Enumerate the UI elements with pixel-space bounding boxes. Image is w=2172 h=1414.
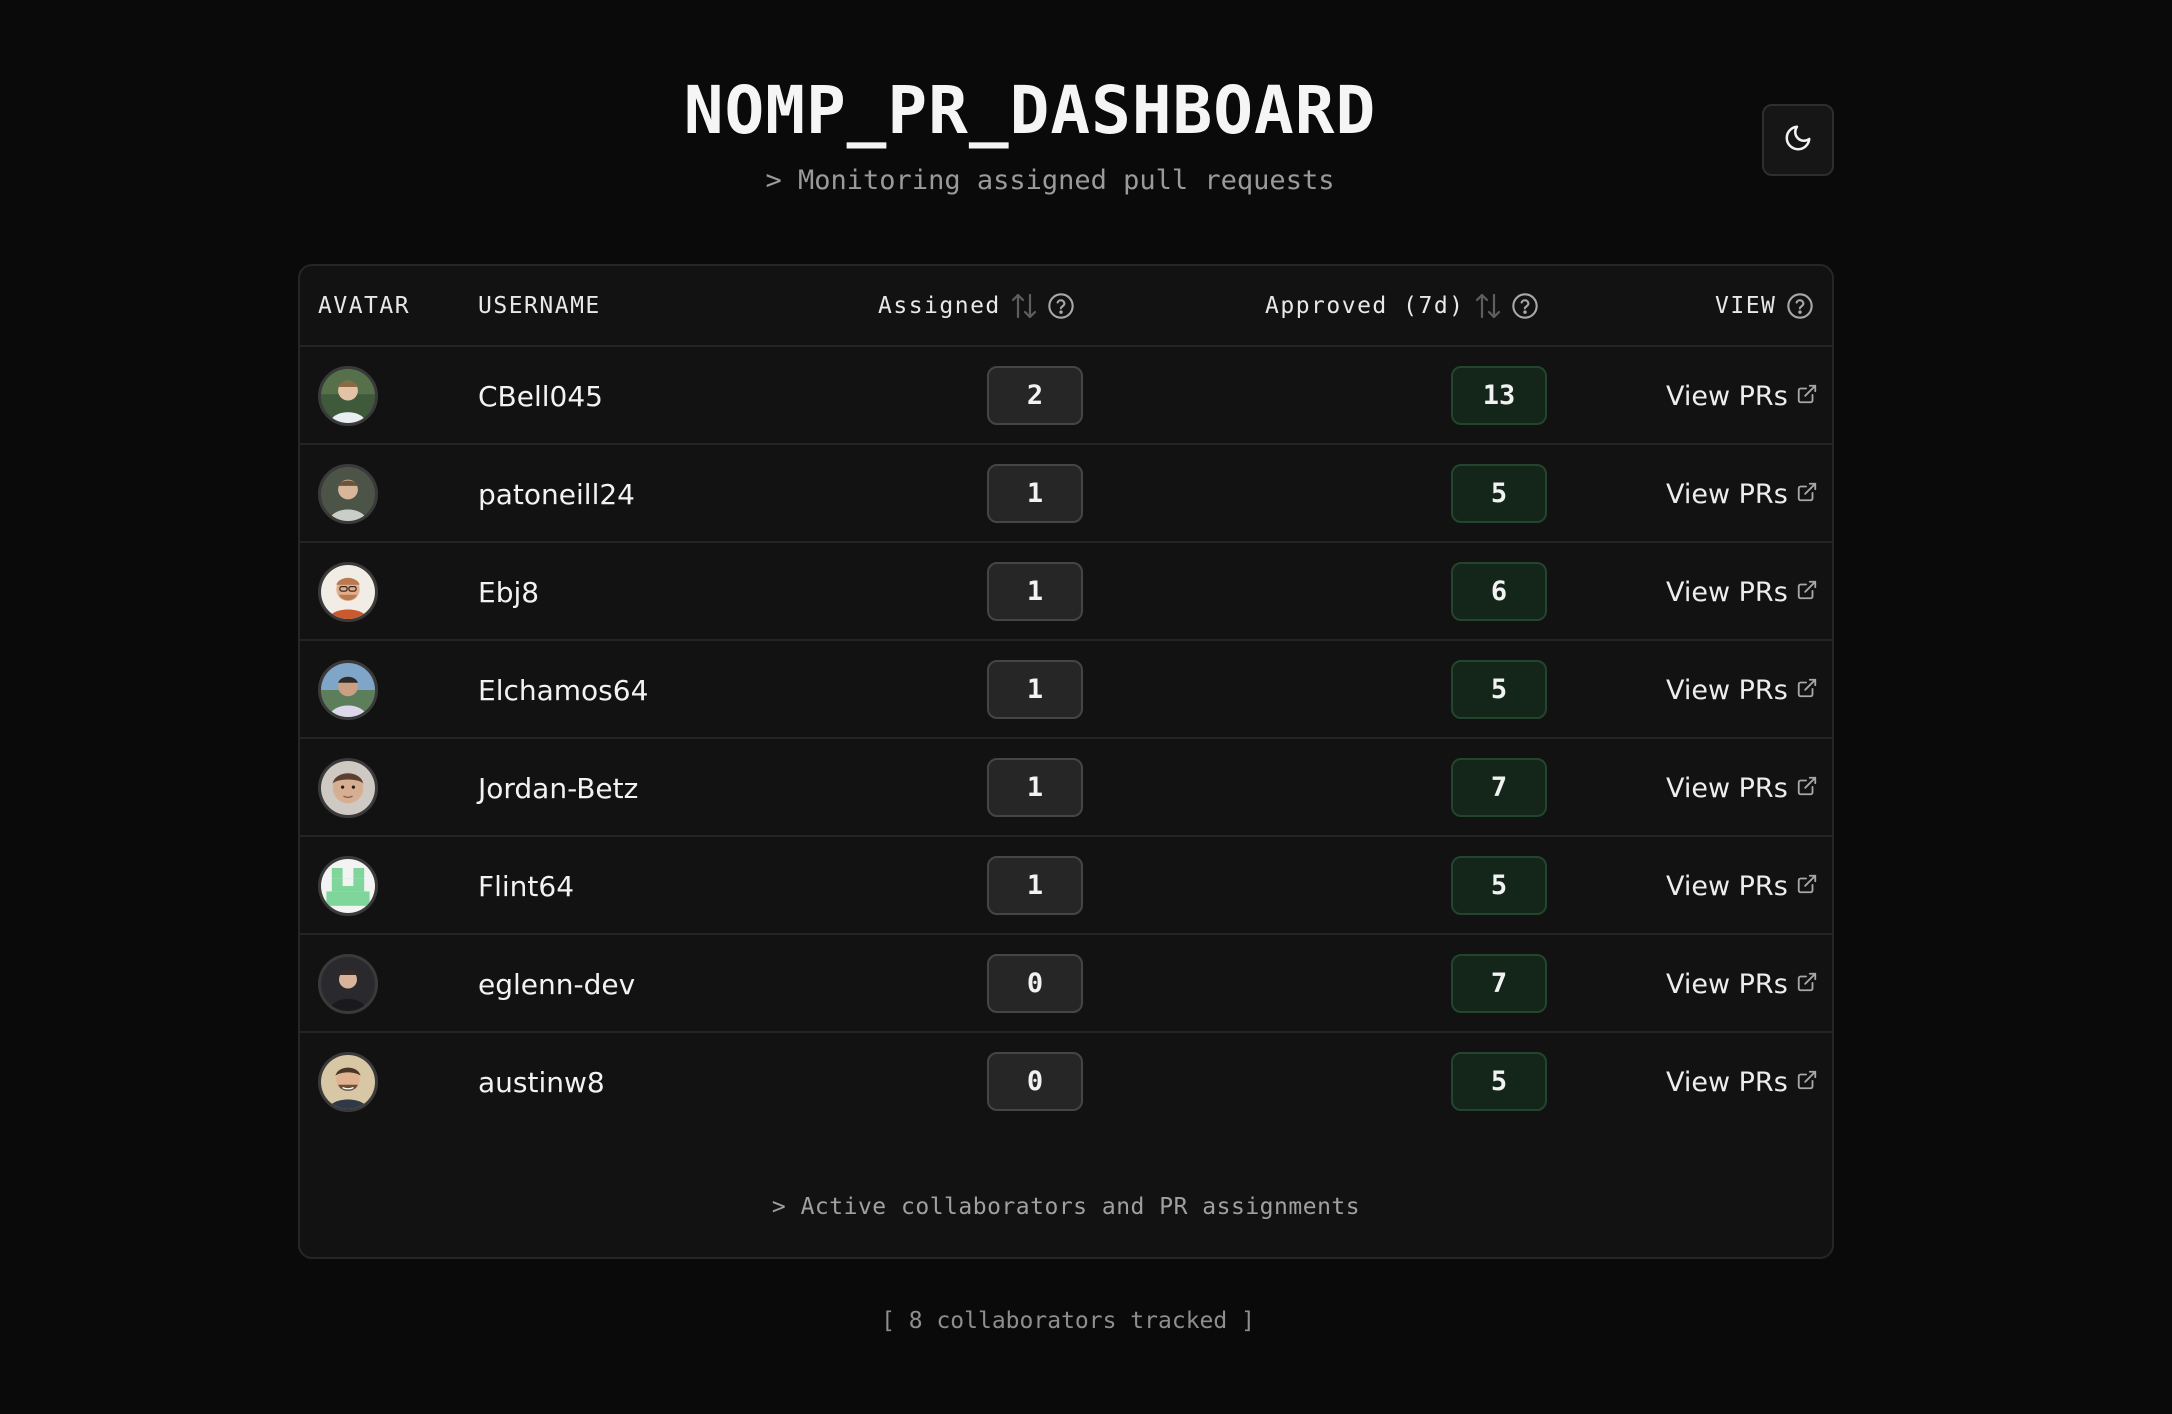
username: Flint64 [478, 869, 575, 903]
username: patoneill24 [478, 477, 635, 511]
table-header: AVATAR USERNAME Assigned Approved (7d) V… [300, 266, 1832, 347]
external-link-icon [1796, 577, 1818, 608]
username: Elchamos64 [478, 673, 649, 707]
view-prs-label[interactable]: View PRs [1666, 675, 1788, 706]
view-prs-label[interactable]: View PRs [1666, 479, 1788, 510]
approved-count-badge: 6 [1451, 562, 1547, 621]
username: CBell045 [478, 379, 603, 413]
column-header-assigned[interactable]: Assigned [878, 266, 1075, 345]
sort-icon[interactable] [1011, 292, 1037, 320]
sort-icon[interactable] [1475, 292, 1501, 320]
view-prs-label[interactable]: View PRs [1666, 1067, 1788, 1098]
theme-toggle-button[interactable] [1762, 104, 1834, 176]
table-row: Jordan-Betz 1 7 View PRs [300, 739, 1832, 837]
assigned-count-badge: 0 [987, 954, 1083, 1013]
view-prs-label[interactable]: View PRs [1666, 577, 1788, 608]
column-header-approved-label[interactable]: Approved (7d) [1265, 293, 1465, 319]
approved-count-badge: 5 [1451, 660, 1547, 719]
approved-count-badge: 13 [1451, 366, 1547, 425]
table-row: CBell045 2 13 View PRs [300, 347, 1832, 445]
assigned-count-badge: 1 [987, 856, 1083, 915]
view-prs-link[interactable]: View PRs [1666, 1033, 1818, 1131]
table-row: Ebj8 1 6 View PRs [300, 543, 1832, 641]
page-title: NOMP_PR_DASHBOARD [683, 72, 1377, 149]
avatar [318, 954, 378, 1014]
assigned-count-badge: 2 [987, 366, 1083, 425]
table-row: eglenn-dev 0 7 View PRs [300, 935, 1832, 1033]
external-link-icon [1796, 479, 1818, 510]
view-prs-link[interactable]: View PRs [1666, 347, 1818, 445]
view-prs-label[interactable]: View PRs [1666, 871, 1788, 902]
collaborator-count: [ 8 collaborators tracked ] [881, 1308, 1255, 1334]
column-header-assigned-label[interactable]: Assigned [878, 293, 1001, 319]
column-header-approved[interactable]: Approved (7d) [1265, 266, 1539, 345]
help-icon[interactable] [1047, 292, 1075, 320]
dashboard-page: NOMP_PR_DASHBOARD > Monitoring assigned … [0, 0, 2172, 1414]
moon-icon [1783, 123, 1813, 158]
column-header-avatar-label: AVATAR [318, 292, 411, 319]
view-prs-label[interactable]: View PRs [1666, 381, 1788, 412]
column-header-username-label: USERNAME [478, 292, 601, 319]
table-caption: > Active collaborators and PR assignment… [771, 1194, 1361, 1220]
approved-count-badge: 7 [1451, 758, 1547, 817]
table-row: patoneill24 1 5 View PRs [300, 445, 1832, 543]
view-prs-link[interactable]: View PRs [1666, 935, 1818, 1033]
column-header-username: USERNAME [478, 266, 601, 345]
external-link-icon [1796, 381, 1818, 412]
view-prs-label[interactable]: View PRs [1666, 969, 1788, 1000]
username: austinw8 [478, 1065, 605, 1099]
view-prs-link[interactable]: View PRs [1666, 543, 1818, 641]
view-prs-label[interactable]: View PRs [1666, 773, 1788, 804]
approved-count-badge: 7 [1451, 954, 1547, 1013]
assigned-count-badge: 1 [987, 660, 1083, 719]
avatar [318, 464, 378, 524]
approved-count-badge: 5 [1451, 464, 1547, 523]
assigned-count-badge: 1 [987, 562, 1083, 621]
help-icon[interactable] [1511, 292, 1539, 320]
external-link-icon [1796, 675, 1818, 706]
approved-count-badge: 5 [1451, 856, 1547, 915]
assigned-count-badge: 0 [987, 1052, 1083, 1111]
table-row: Elchamos64 1 5 View PRs [300, 641, 1832, 739]
external-link-icon [1796, 773, 1818, 804]
assigned-count-badge: 1 [987, 758, 1083, 817]
avatar [318, 758, 378, 818]
avatar [318, 660, 378, 720]
external-link-icon [1796, 969, 1818, 1000]
external-link-icon [1796, 871, 1818, 902]
view-prs-link[interactable]: View PRs [1666, 641, 1818, 739]
view-prs-link[interactable]: View PRs [1666, 837, 1818, 935]
external-link-icon [1796, 1067, 1818, 1098]
table-row: austinw8 0 5 View PRs [300, 1033, 1832, 1131]
column-header-view-label: VIEW [1715, 292, 1777, 319]
help-icon[interactable] [1786, 292, 1814, 320]
approved-count-badge: 5 [1451, 1052, 1547, 1111]
column-header-view: VIEW [1715, 266, 1814, 345]
avatar [318, 856, 378, 916]
username: eglenn-dev [478, 967, 636, 1001]
view-prs-link[interactable]: View PRs [1666, 445, 1818, 543]
avatar [318, 366, 378, 426]
assigned-count-badge: 1 [987, 464, 1083, 523]
table-row: Flint64 1 5 View PRs [300, 837, 1832, 935]
avatar [318, 562, 378, 622]
username: Ebj8 [478, 575, 540, 609]
view-prs-link[interactable]: View PRs [1666, 739, 1818, 837]
column-header-avatar: AVATAR [318, 266, 410, 345]
collaborators-table: AVATAR USERNAME Assigned Approved (7d) V… [298, 264, 1834, 1259]
username: Jordan-Betz [478, 771, 639, 805]
avatar [318, 1052, 378, 1112]
